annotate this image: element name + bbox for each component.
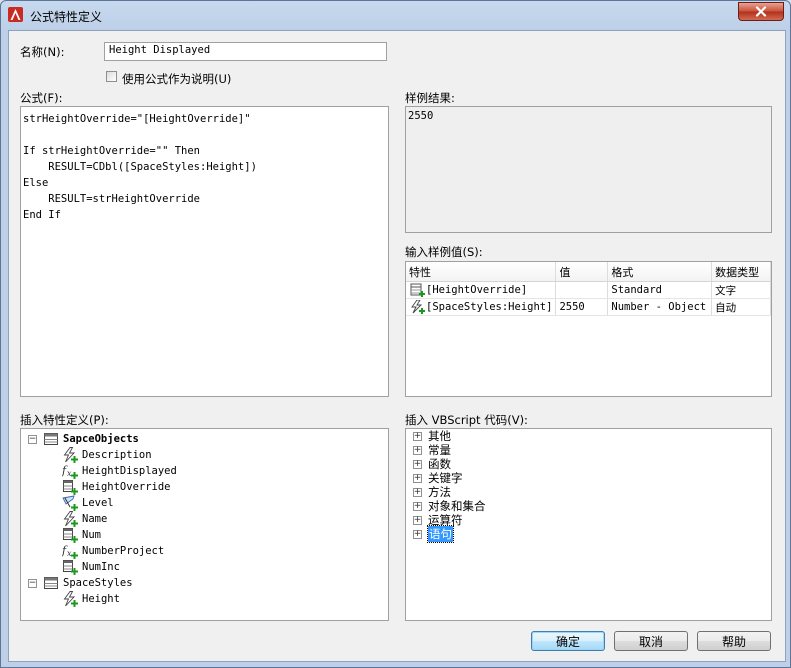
- name-input[interactable]: Height Displayed: [104, 42, 387, 61]
- tree-item-label: NumInc: [82, 561, 120, 573]
- ok-button[interactable]: 确定: [531, 631, 605, 651]
- property-name: [SpaceStyles:Height]: [426, 301, 553, 313]
- tree-item-label: SpaceStyles: [63, 577, 133, 589]
- window-title: 公式特性定义: [30, 10, 103, 24]
- column-header-value[interactable]: 值: [555, 262, 609, 282]
- help-button[interactable]: 帮助: [697, 631, 771, 651]
- expand-icon[interactable]: +: [413, 487, 422, 497]
- dialog-client-area: 名称(N): Height Displayed 使用公式作为说明(U) 公式(F…: [8, 30, 786, 662]
- lightning-add-icon: [411, 299, 425, 314]
- lightning-add-icon: [62, 511, 78, 527]
- lightning-add-icon: [62, 591, 78, 607]
- lightning-add-icon: [62, 447, 78, 463]
- insert-vbscript-label: 插入 VBScript 代码(V):: [405, 413, 528, 427]
- sample-values-label: 输入样例值(S):: [405, 245, 483, 259]
- sample-values-grid: 特性 值 格式 数据类型 [HeightOverride] Standard 文…: [405, 261, 772, 397]
- tree-group-item[interactable]: − SpaceStyles: [28, 575, 133, 591]
- tree-item-label: Height: [82, 593, 120, 605]
- column-header-format[interactable]: 格式: [607, 262, 713, 282]
- use-formula-label[interactable]: 使用公式作为说明(U): [122, 71, 231, 87]
- vbscript-category-item[interactable]: + 对象和集合: [413, 499, 486, 513]
- property-name: [HeightOverride]: [426, 284, 528, 296]
- use-formula-checkbox[interactable]: [106, 71, 117, 82]
- tree-item[interactable]: Name: [62, 511, 107, 527]
- table-icon: [43, 431, 59, 447]
- table-row[interactable]: [SpaceStyles:Height] 2550 Number - Objec…: [406, 298, 771, 316]
- tree-item[interactable]: Description: [62, 447, 152, 463]
- close-icon: [755, 6, 767, 17]
- format-cell[interactable]: Number - Object: [607, 298, 713, 316]
- location-add-icon: [62, 495, 78, 511]
- grid-header-row: 特性 值 格式 数据类型: [406, 262, 771, 282]
- title-bar[interactable]: 公式特性定义: [1, 1, 790, 29]
- vbscript-category-item[interactable]: + 运算符: [413, 513, 463, 527]
- insert-property-tree[interactable]: − SapceObjects Description f x HeightDisplaye…: [20, 428, 389, 621]
- table-add-icon: [62, 479, 78, 495]
- value-cell[interactable]: 2550: [555, 298, 609, 316]
- tree-item-label: Name: [82, 513, 108, 525]
- svg-text:x: x: [67, 549, 72, 558]
- table-add-icon: [62, 527, 78, 543]
- collapse-icon[interactable]: −: [28, 578, 37, 588]
- tree-item[interactable]: HeightOverride: [62, 479, 171, 495]
- insert-vbscript-tree[interactable]: + 其他 + 常量 + 函数 + 关键字 + 方法 + 对象和集合 + 运算符 + 语句: [405, 428, 772, 621]
- expand-icon[interactable]: +: [413, 529, 422, 539]
- sample-result-label: 样例结果:: [405, 91, 455, 105]
- formula-editor[interactable]: strHeightOverride="[HeightOverride]" If …: [20, 106, 389, 397]
- tree-item-label: HeightDisplayed: [82, 465, 177, 477]
- expand-icon[interactable]: +: [413, 445, 422, 455]
- tree-item[interactable]: Height: [62, 591, 120, 607]
- autocad-app-icon: [8, 7, 23, 22]
- value-cell[interactable]: [555, 281, 609, 299]
- tree-item[interactable]: f x HeightDisplayed: [61, 463, 177, 479]
- expand-icon[interactable]: +: [413, 473, 422, 483]
- dialog-window: 公式特性定义 名称(N): Height Displayed 使用公式作为说明(…: [0, 0, 791, 668]
- table-icon: [43, 575, 59, 591]
- tree-group-item[interactable]: − SapceObjects: [28, 431, 139, 447]
- close-button[interactable]: [738, 2, 784, 21]
- name-label: 名称(N):: [20, 45, 65, 59]
- tree-item[interactable]: f x NumberProject: [61, 543, 165, 559]
- vbscript-category-item[interactable]: + 其他: [413, 429, 451, 443]
- table-row[interactable]: [HeightOverride] Standard 文字: [406, 281, 771, 299]
- vbscript-category-label: 语句: [427, 525, 454, 543]
- expand-icon[interactable]: +: [413, 431, 422, 441]
- tree-item-label: NumberProject: [82, 545, 165, 557]
- table-add-icon: [62, 559, 78, 575]
- column-header-data-type[interactable]: 数据类型: [711, 262, 771, 282]
- data-type-cell[interactable]: 文字: [711, 281, 771, 299]
- tree-item-label: Level: [82, 497, 114, 509]
- fx-add-icon: fx: [61, 463, 78, 479]
- column-header-property[interactable]: 特性: [406, 262, 557, 282]
- sample-result-box: 2550: [405, 106, 772, 233]
- expand-icon[interactable]: +: [413, 501, 422, 511]
- tree-item[interactable]: NumInc: [62, 559, 120, 575]
- tree-item[interactable]: Level: [62, 495, 114, 511]
- vbscript-category-item[interactable]: + 关键字: [413, 471, 463, 485]
- insert-property-label: 插入特性定义(P):: [20, 413, 109, 427]
- property-cell: [HeightOverride]: [406, 281, 557, 299]
- data-type-cell[interactable]: 自动: [711, 298, 771, 316]
- expand-icon[interactable]: +: [413, 515, 422, 525]
- tree-item-label: Description: [82, 449, 152, 461]
- table-add-icon: [410, 283, 425, 297]
- expand-icon[interactable]: +: [413, 459, 422, 469]
- format-cell[interactable]: Standard: [607, 281, 713, 299]
- fx-add-icon: fx: [61, 543, 78, 559]
- vbscript-category-item[interactable]: + 常量: [413, 443, 451, 457]
- svg-text:x: x: [67, 469, 72, 478]
- vbscript-category-item[interactable]: + 函数: [413, 457, 451, 471]
- tree-item-label: HeightOverride: [82, 481, 171, 493]
- vbscript-category-item[interactable]: + 语句: [413, 525, 454, 543]
- formula-label: 公式(F):: [20, 91, 63, 105]
- property-cell: [SpaceStyles:Height]: [406, 298, 557, 316]
- tree-item-label: SapceObjects: [63, 433, 139, 445]
- cancel-button[interactable]: 取消: [614, 631, 688, 651]
- collapse-icon[interactable]: −: [28, 434, 37, 444]
- tree-item-label: Num: [82, 529, 101, 541]
- tree-item[interactable]: Num: [62, 527, 101, 543]
- vbscript-category-item[interactable]: + 方法: [413, 485, 451, 499]
